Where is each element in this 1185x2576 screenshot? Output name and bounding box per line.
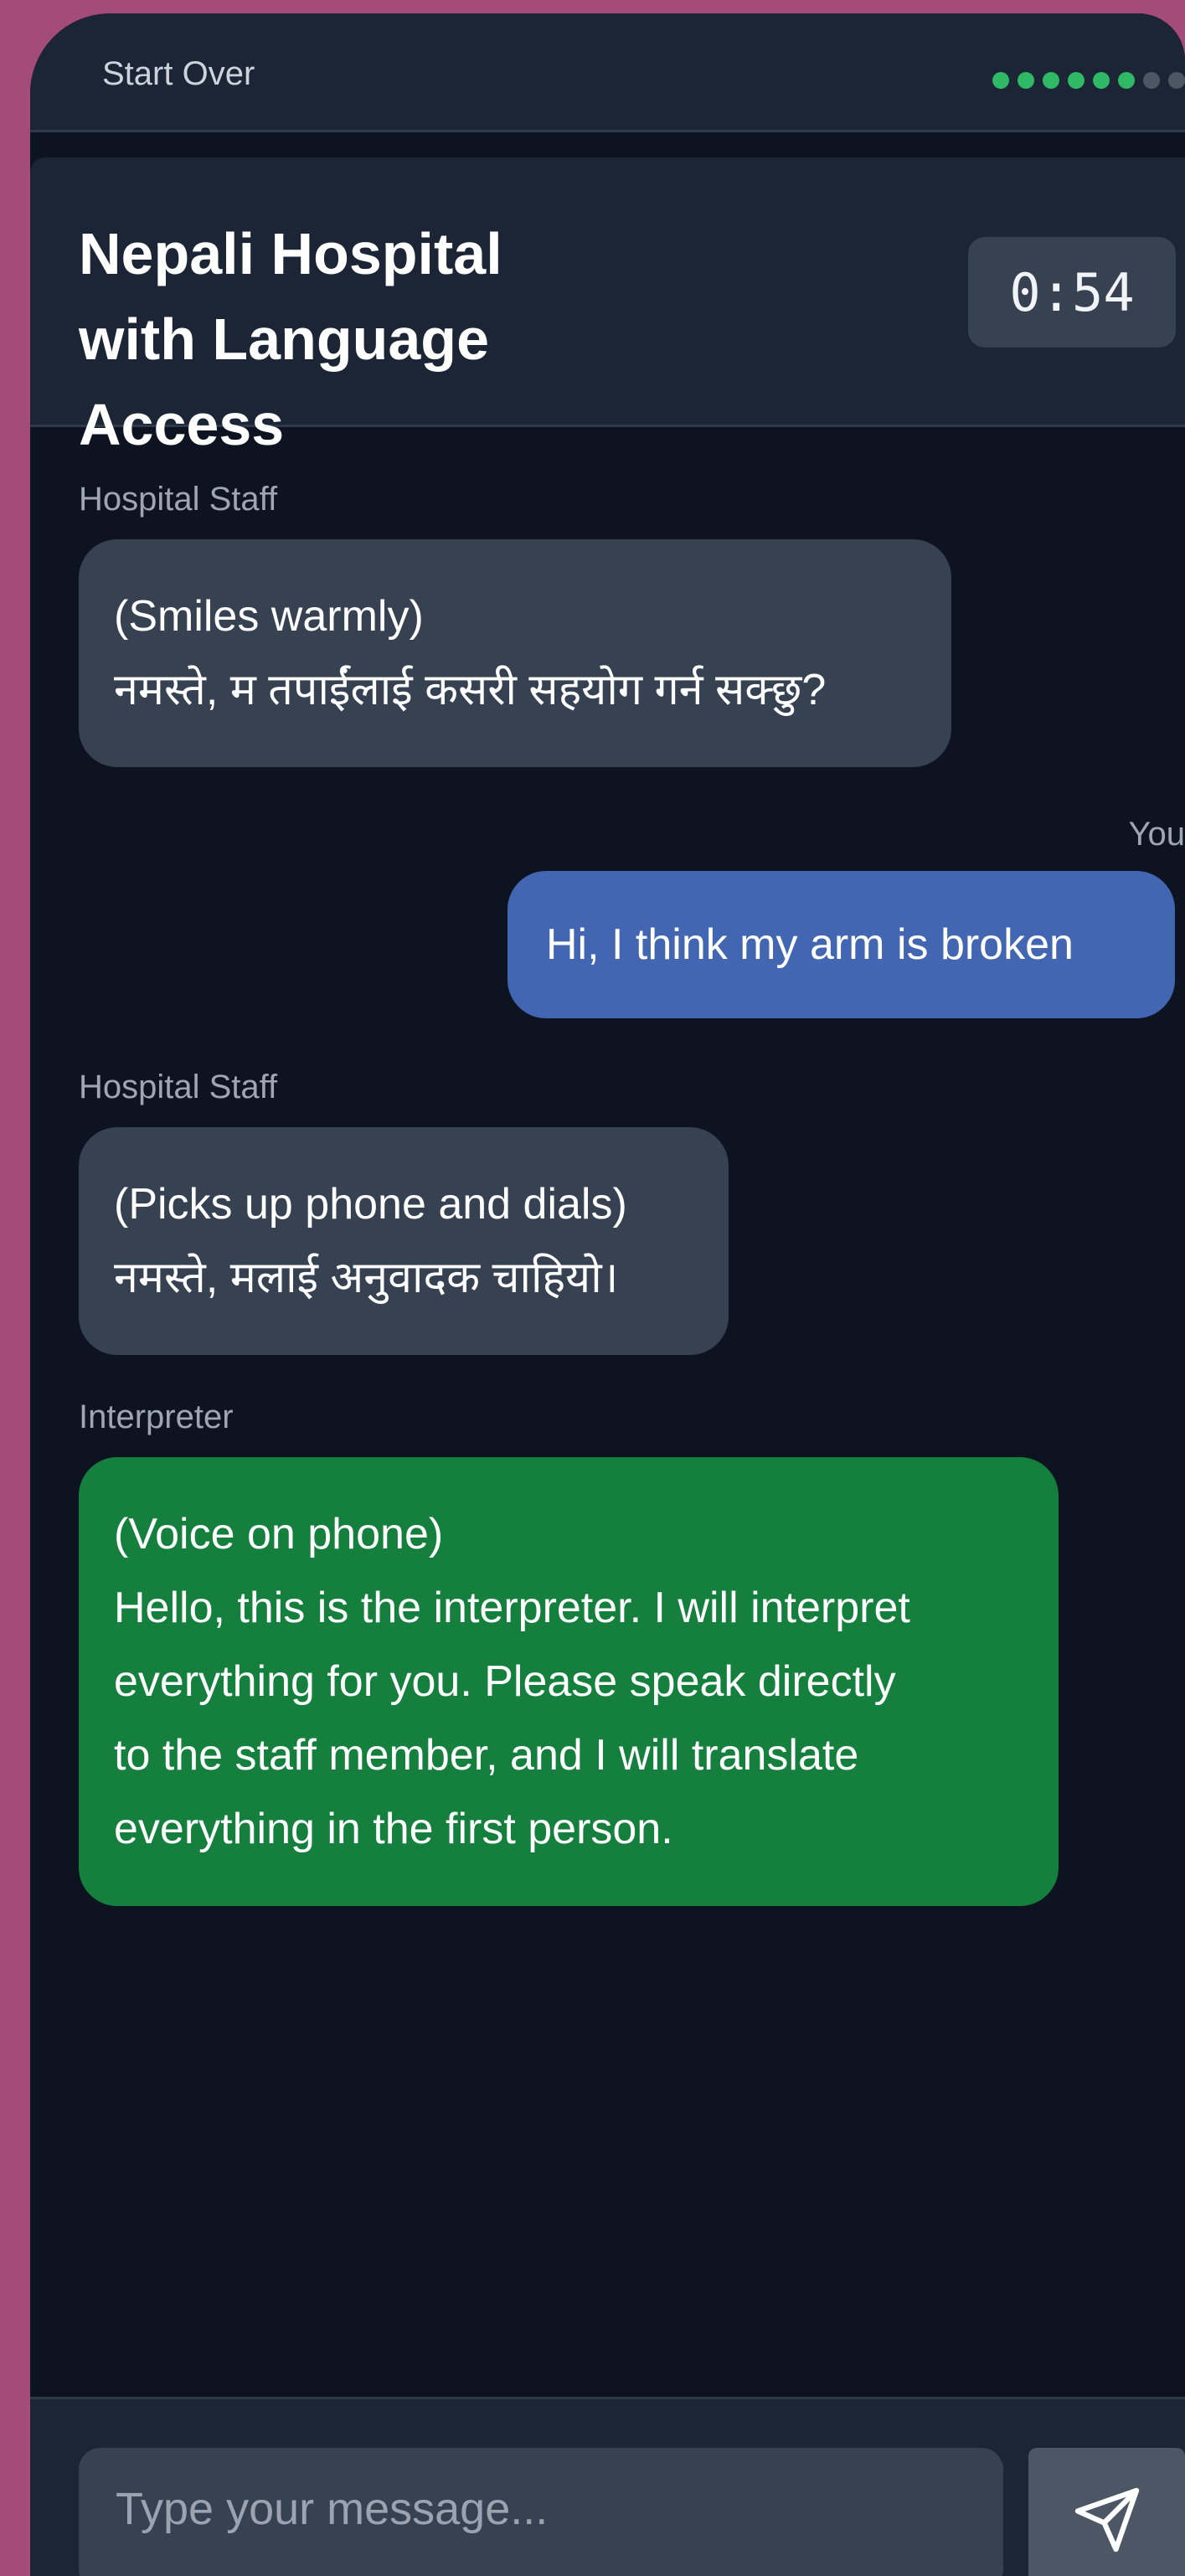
send-button[interactable] — [1028, 2448, 1185, 2576]
timer: 0:54 — [968, 237, 1176, 348]
message-bubble: (Smiles warmly) नमस्ते, म तपाईंलाई कसरी … — [79, 539, 951, 767]
progress-dot-complete — [1068, 72, 1085, 89]
message-bubble-user: Hi, I think my arm is broken — [507, 871, 1175, 1018]
speaker-label: Hospital Staff — [79, 481, 278, 518]
progress-dot-complete — [1043, 72, 1059, 89]
progress-dot-complete — [1118, 72, 1135, 89]
message-bubble: (Picks up phone and dials) नमस्ते, मलाई … — [79, 1127, 729, 1355]
message-input[interactable] — [79, 2448, 1003, 2576]
top-bar: Start Over — [30, 13, 1185, 132]
progress-dot-pending — [1143, 72, 1160, 89]
send-icon — [1074, 2487, 1139, 2553]
speaker-label: Interpreter — [79, 1399, 234, 1435]
page-title: Nepali Hospital with Language Access — [79, 221, 502, 457]
speaker-label: Hospital Staff — [79, 1069, 278, 1105]
progress-dot-complete — [992, 72, 1009, 89]
progress-dot-pending — [1168, 72, 1185, 89]
progress-dot-complete — [1093, 72, 1110, 89]
message-bubble-interpreter: (Voice on phone) Hello, this is the inte… — [79, 1457, 1059, 1906]
scenario-header: Nepali Hospital with Language Access 0:5… — [30, 157, 1185, 457]
progress-dots — [992, 72, 1185, 89]
speaker-label: You — [1128, 816, 1185, 853]
chat-app: Start Over Nepali Hospital with Language… — [30, 13, 1185, 2576]
start-over-button[interactable]: Start Over — [102, 55, 255, 93]
message-composer — [30, 2397, 1185, 2576]
progress-dot-complete — [1018, 72, 1034, 89]
